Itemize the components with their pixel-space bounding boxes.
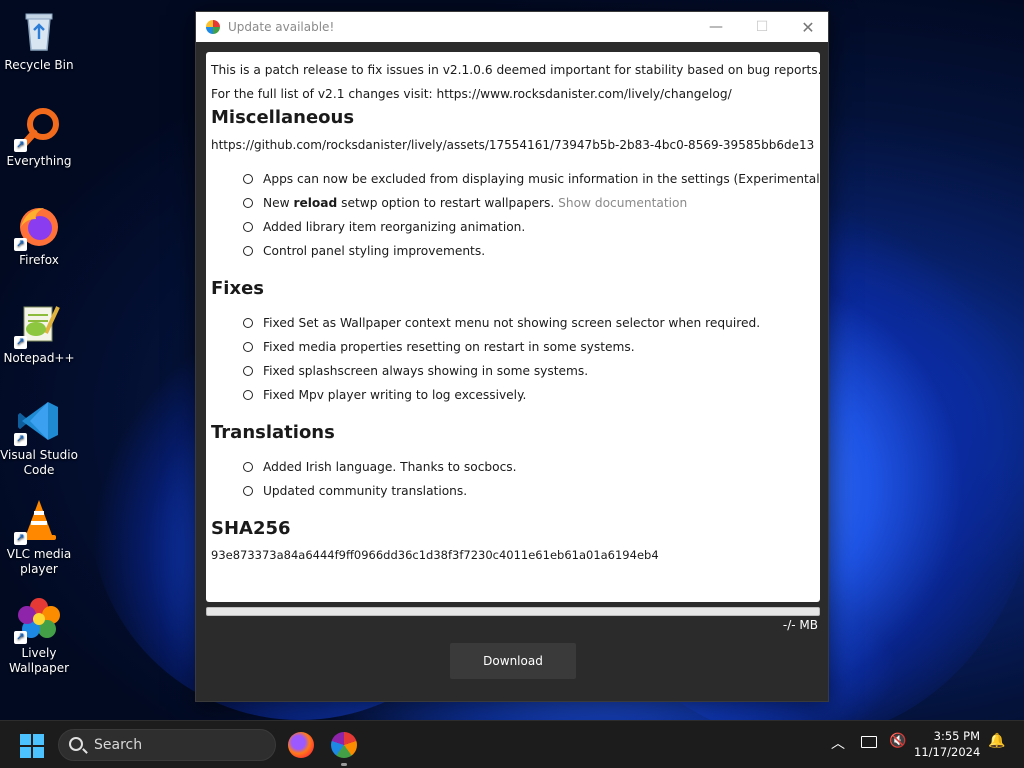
bullet-icon [243,318,253,328]
taskbar: Search ︿ 🔇 3:55 PM 11/17/2024 🔔 [0,720,1024,768]
windows-logo-icon [33,734,44,745]
windows-logo-icon [20,734,31,745]
desktop-icon-recycle-bin[interactable]: Recycle Bin [0,8,78,73]
release-notes-panel[interactable]: This is a patch release to fix issues in… [206,52,820,602]
vlc-cone-icon: ↗ [14,497,62,545]
desktop-icon-label: Everything [6,154,72,168]
list-item: Updated community translations. [241,479,815,503]
firefox-icon: ↗ [14,203,62,251]
list-item: Control panel styling improvements. [241,239,815,263]
magnifier-icon: ↗ [14,104,62,152]
bullet-icon [243,366,253,376]
desktop-icon-label: VLC media player [6,547,72,576]
active-app-indicator [341,763,347,766]
windows-logo-icon [20,747,31,758]
desktop-icon-vscode[interactable]: ↗ Visual Studio Code [0,398,78,478]
download-progress-bar [206,607,820,616]
desktop-icon-label: Firefox [19,253,59,267]
window-title: Update available! [228,20,335,34]
update-window: Update available! — ☐ ✕ This is a patch … [195,11,829,702]
list-item: Fixed Set as Wallpaper context menu not … [241,311,815,335]
show-hidden-icons-chevron-icon[interactable]: ︿ [831,733,845,753]
shortcut-arrow-icon: ↗ [14,433,27,446]
notification-bell-icon[interactable]: 🔔 [988,733,1005,749]
section-heading-sha256: SHA256 [211,518,291,539]
translations-list: Added Irish language. Thanks to socbocs.… [241,455,815,503]
shortcut-arrow-icon: ↗ [14,139,27,152]
bullet-icon [243,486,253,496]
network-icon[interactable] [861,736,877,748]
desktop-icon-lively-wallpaper[interactable]: ↗ Lively Wallpaper [0,596,78,676]
search-placeholder: Search [94,737,143,753]
lively-wallpaper-icon: ↗ [14,596,62,644]
list-item: Added library item reorganizing animatio… [241,215,815,239]
shortcut-arrow-icon: ↗ [14,238,27,251]
clock-date: 11/17/2024 [914,745,981,759]
taskbar-clock[interactable]: 3:55 PM 11/17/2024 [914,728,980,760]
notepadpp-icon: ↗ [14,301,62,349]
taskbar-firefox-icon[interactable] [288,732,314,758]
desktop-icon-firefox[interactable]: ↗ Firefox [0,203,78,268]
minimize-button[interactable]: — [693,12,739,42]
list-item: New reload setwp option to restart wallp… [241,191,815,215]
close-icon: ✕ [801,17,815,37]
intro-text: This is a patch release to fix issues in… [211,63,820,77]
maximize-icon: ☐ [755,19,769,35]
desktop-icon-vlc[interactable]: ↗ VLC media player [0,497,78,577]
taskbar-lively-wallpaper-icon[interactable] [331,732,357,758]
taskbar-search-box[interactable]: Search [58,729,276,761]
download-button[interactable]: Download [450,643,576,679]
bullet-icon [243,462,253,472]
shortcut-arrow-icon: ↗ [14,631,27,644]
section-heading-fixes: Fixes [211,278,264,299]
desktop-icon-label: Notepad++ [3,351,75,365]
desktop-icon-everything[interactable]: ↗ Everything [0,104,78,169]
desktop-icon-label: Visual Studio Code [0,448,78,477]
list-item: Fixed media properties resetting on rest… [241,335,815,359]
vscode-icon: ↗ [14,398,62,446]
bullet-icon [243,342,253,352]
section-heading-miscellaneous: Miscellaneous [211,107,355,128]
section-heading-translations: Translations [211,422,335,443]
list-item: Added Irish language. Thanks to socbocs. [241,455,815,479]
maximize-button: ☐ [739,12,785,42]
clock-time: 3:55 PM [933,729,980,743]
fixes-list: Fixed Set as Wallpaper context menu not … [241,311,815,407]
desktop-icon-label: Lively Wallpaper [8,646,70,675]
bullet-icon [243,198,253,208]
shortcut-arrow-icon: ↗ [14,532,27,545]
windows-logo-icon [33,747,44,758]
desktop-icon-notepadpp[interactable]: ↗ Notepad++ [0,301,78,366]
show-documentation-link[interactable]: Show documentation [558,196,687,210]
title-bar[interactable]: Update available! — ☐ ✕ [196,12,828,42]
volume-muted-icon[interactable]: 🔇 [889,733,906,749]
miscellaneous-list: Apps can now be excluded from displaying… [241,167,820,263]
changelog-text: For the full list of v2.1 changes visit:… [211,87,732,101]
minimize-icon: — [709,19,723,35]
recycle-bin-icon [16,8,62,54]
bullet-icon [243,174,253,184]
asset-link[interactable]: https://github.com/rocksdanister/lively/… [211,133,815,157]
search-icon [69,737,83,751]
download-size-text: -/- MB [782,618,818,632]
start-button[interactable] [20,734,44,758]
sha256-value: 93e873373a84a6444f9ff0966dd36c1d38f3f723… [211,548,659,562]
list-item: Fixed splashscreen always showing in som… [241,359,815,383]
lively-app-icon [206,20,220,34]
list-item: Fixed Mpv player writing to log excessiv… [241,383,815,407]
bullet-icon [243,222,253,232]
bullet-icon [243,390,253,400]
bullet-icon [243,246,253,256]
close-button[interactable]: ✕ [785,12,831,42]
shortcut-arrow-icon: ↗ [14,336,27,349]
desktop-icon-label: Recycle Bin [4,58,74,72]
list-item: Apps can now be excluded from displaying… [241,167,820,191]
